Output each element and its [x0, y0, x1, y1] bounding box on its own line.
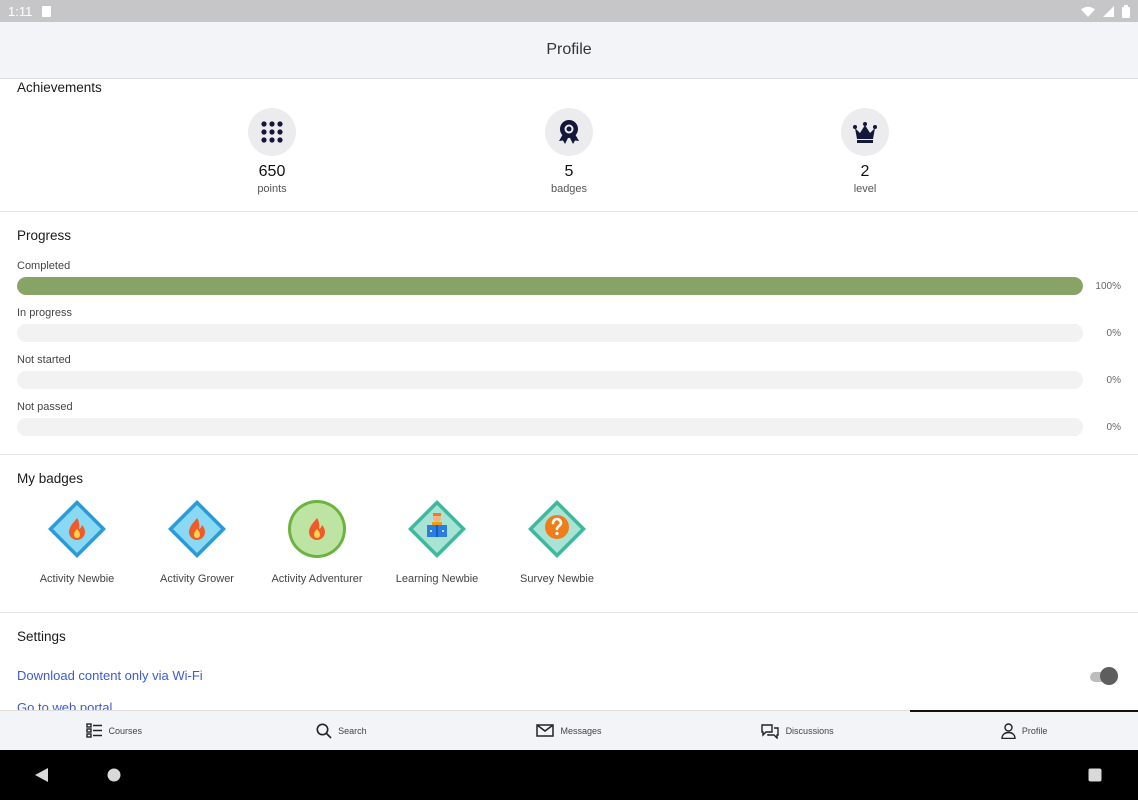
flame-diamond-icon	[48, 500, 106, 558]
badges-stat: 5 badges	[509, 108, 629, 195]
profile-content[interactable]: Achievements 650 points 5 badges 2 level…	[0, 79, 1138, 710]
points-label: points	[257, 183, 287, 195]
crown-icon	[841, 108, 889, 156]
sd-card-icon	[42, 5, 52, 17]
progress-percent: 0%	[1106, 375, 1121, 386]
system-status-bar: 1:11	[0, 0, 1138, 22]
level-stat: 2 level	[805, 108, 925, 195]
settings-section: Settings Download content only via Wi-Fi…	[0, 613, 1138, 710]
progress-label: In progress	[17, 307, 73, 319]
badge-activity-newbie[interactable]: Activity Newbie	[27, 498, 127, 588]
tab-label: Courses	[108, 725, 143, 736]
progress-title: Progress	[17, 228, 72, 243]
badge-learning-newbie[interactable]: Learning Newbie	[387, 498, 487, 588]
status-time: 1:11	[8, 3, 33, 19]
progress-label: Completed	[17, 260, 71, 272]
progress-row-not-started: Not started 0%	[17, 354, 1127, 389]
progress-section: Progress Completed 100% In progress 0% N…	[0, 212, 1138, 455]
courses-list-icon	[85, 723, 102, 738]
progress-bar	[17, 418, 1083, 436]
badge-survey-newbie[interactable]: Survey Newbie	[507, 498, 607, 588]
signal-icon	[1103, 5, 1114, 17]
progress-label: Not passed	[17, 401, 73, 413]
my-badges-section: My badges Activity Newbie Activity Growe…	[0, 455, 1138, 613]
system-navigation-bar	[0, 750, 1138, 800]
level-value: 2	[860, 163, 870, 180]
reader-diamond-icon	[408, 500, 466, 558]
progress-percent: 100%	[1095, 281, 1121, 292]
user-icon	[1001, 722, 1016, 739]
wifi-icon	[1081, 6, 1095, 17]
back-icon[interactable]	[35, 768, 49, 782]
tab-label: Messages	[560, 725, 602, 736]
toggle-knob	[1100, 667, 1118, 685]
chat-bubbles-icon	[760, 723, 779, 739]
badge-label: Activity Grower	[160, 573, 234, 585]
badge-label: Survey Newbie	[520, 573, 594, 585]
wifi-only-setting[interactable]: Download content only via Wi-Fi	[17, 668, 203, 683]
progress-row-not-passed: Not passed 0%	[17, 401, 1127, 436]
badge-label: Activity Adventurer	[271, 573, 363, 585]
wifi-only-toggle[interactable]	[1088, 667, 1118, 685]
progress-bar	[17, 277, 1083, 295]
tab-search[interactable]: Search	[228, 711, 456, 750]
badge-label: Learning Newbie	[395, 573, 479, 585]
achievements-section: Achievements 650 points 5 badges 2 level	[0, 79, 1138, 212]
badge-activity-grower[interactable]: Activity Grower	[147, 498, 247, 588]
search-icon	[316, 723, 332, 739]
progress-bar	[17, 371, 1083, 389]
tab-profile[interactable]: Profile	[910, 710, 1138, 750]
progress-row-in-progress: In progress 0%	[17, 307, 1127, 342]
badge-activity-adventurer[interactable]: Activity Adventurer	[267, 498, 367, 588]
badge-label: Activity Newbie	[39, 573, 115, 585]
progress-percent: 0%	[1106, 328, 1121, 339]
ribbon-badge-icon	[545, 108, 593, 156]
points-stat: 650 points	[212, 108, 332, 195]
tab-label: Profile	[1021, 725, 1048, 736]
tab-courses[interactable]: Courses	[0, 711, 228, 750]
bottom-tab-bar: Courses Search Messages Discussions Prof…	[0, 710, 1138, 750]
progress-percent: 0%	[1106, 422, 1121, 433]
app-header: Profile	[0, 22, 1138, 79]
page-title: Profile	[546, 41, 592, 58]
tab-messages[interactable]: Messages	[455, 711, 683, 750]
progress-bar	[17, 324, 1083, 342]
achievements-title: Achievements	[17, 80, 102, 95]
flame-circle-icon	[288, 500, 346, 558]
grid-dots-icon	[248, 108, 296, 156]
battery-icon	[1122, 4, 1130, 18]
badges-label: badges	[550, 183, 588, 195]
badges-value: 5	[564, 163, 574, 180]
recents-icon[interactable]	[1088, 768, 1102, 782]
tab-label: Search	[338, 725, 367, 736]
level-label: level	[853, 183, 877, 195]
web-portal-link[interactable]: Go to web portal	[17, 700, 112, 710]
home-icon[interactable]	[107, 768, 121, 782]
settings-title: Settings	[17, 629, 66, 644]
tab-label: Discussions	[785, 725, 834, 736]
question-diamond-icon	[528, 500, 586, 558]
envelope-icon	[536, 724, 555, 737]
points-value: 650	[258, 163, 286, 180]
progress-row-completed: Completed 100%	[17, 260, 1127, 295]
progress-label: Not started	[17, 354, 71, 366]
tab-discussions[interactable]: Discussions	[683, 711, 911, 750]
flame-diamond-icon	[168, 500, 226, 558]
my-badges-title: My badges	[17, 471, 84, 486]
progress-fill	[17, 277, 1083, 295]
